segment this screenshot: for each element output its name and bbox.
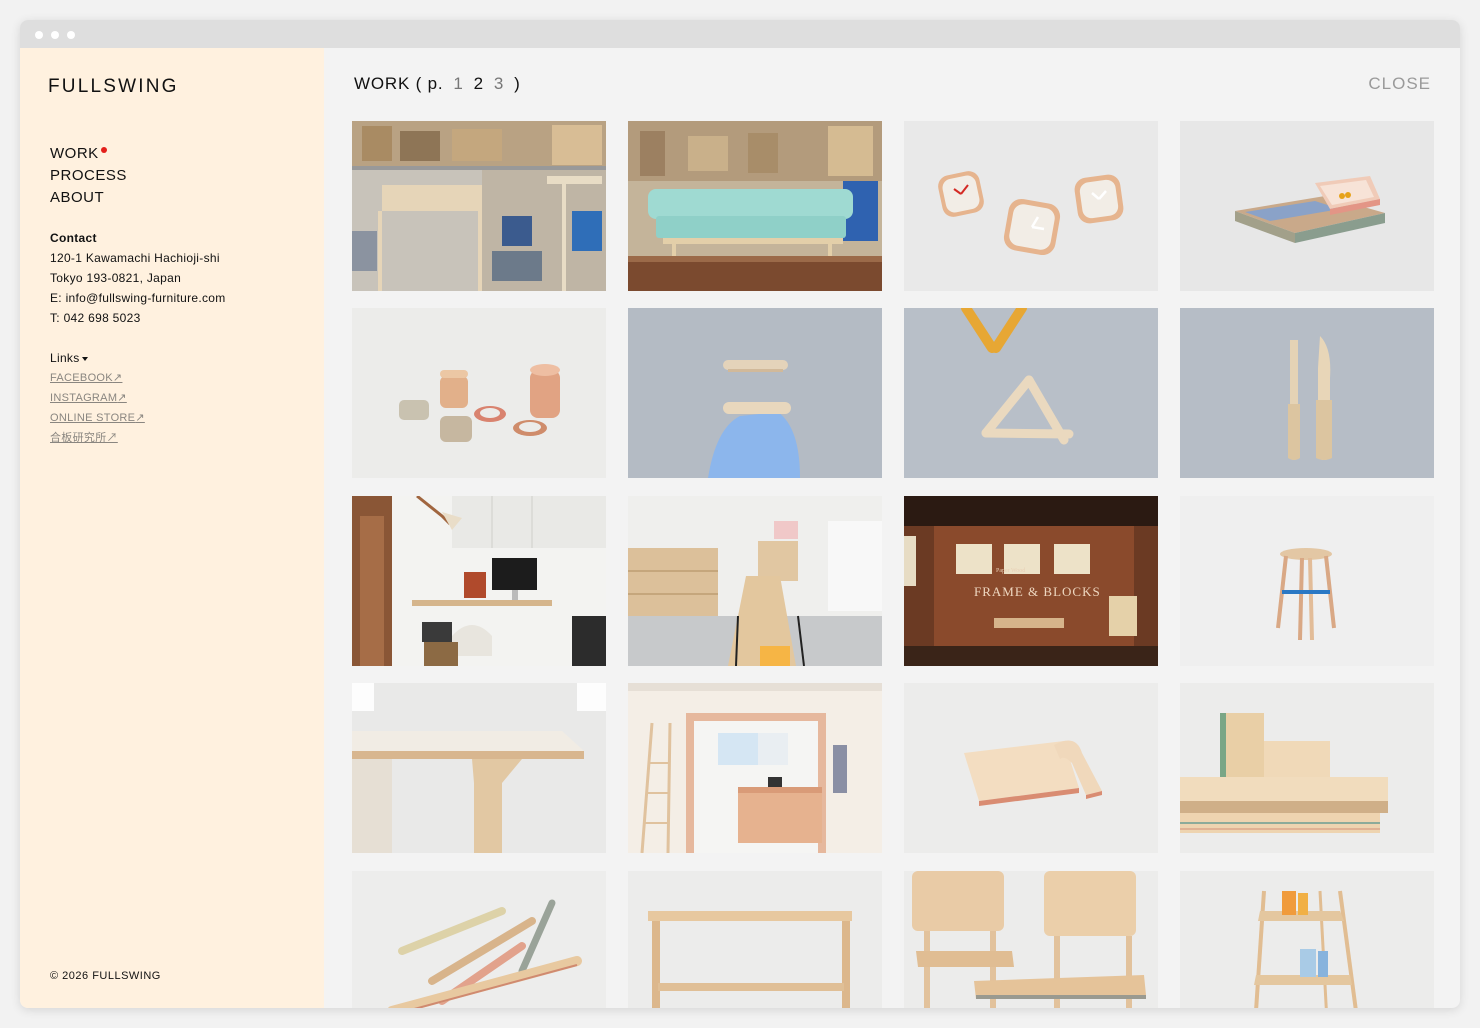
- contact-email: E: info@fullswing-furniture.com: [50, 291, 226, 305]
- sidebar: FULLSWING WORK PROCESS ABOUT Contact 120…: [20, 48, 324, 1008]
- gallery-tile-workshop-shelves[interactable]: [352, 121, 606, 291]
- colored-pencils-image: [352, 871, 606, 1008]
- nav-work-label: WORK: [50, 145, 99, 162]
- external-link-icon: ↗: [117, 392, 127, 404]
- page-title-label: WORK ( p.: [354, 74, 444, 93]
- link-instagram[interactable]: INSTAGRAM↗: [50, 388, 145, 408]
- page-link-1[interactable]: 1: [453, 74, 463, 93]
- link-label: ONLINE STORE: [50, 412, 136, 424]
- external-link-icon: ↗: [135, 412, 145, 424]
- links-heading-label: Links: [50, 351, 80, 365]
- gallery-tile-frame-blocks-shop[interactable]: Paper Wood FRAME & BLOCKS: [904, 496, 1158, 666]
- workshop-shelves-image: [352, 121, 606, 291]
- magazine-rack-image: [1180, 871, 1434, 1008]
- link-label: INSTAGRAM: [50, 392, 118, 404]
- contact-heading: Contact: [50, 231, 97, 245]
- kitchen-room-image: [628, 683, 882, 853]
- clocks-image: [904, 121, 1158, 291]
- caret-down-icon: [81, 356, 88, 361]
- home-office-image: [352, 496, 606, 666]
- contact-address-1: 120-1 Kawamachi Hachioji-shi: [50, 251, 220, 265]
- window-dot-close[interactable]: [35, 31, 43, 39]
- gallery-tile-trays[interactable]: [1180, 121, 1434, 291]
- link-label: 合板研究所: [50, 432, 107, 444]
- window-dot-maximize[interactable]: [67, 31, 75, 39]
- external-link-icon: ↗: [106, 432, 118, 444]
- gallery-tile-stacked-blocks[interactable]: [1180, 683, 1434, 853]
- contact-phone: T: 042 698 5023: [50, 311, 141, 325]
- gallery-tile-triangle-sticks[interactable]: [904, 308, 1158, 478]
- links-block: Links FACEBOOK↗ INSTAGRAM↗ ONLINE STORE↗…: [50, 348, 145, 448]
- table-corner-image: [352, 683, 606, 853]
- nav-item-process[interactable]: PROCESS: [50, 165, 127, 187]
- active-dot-icon: [100, 147, 107, 153]
- link-plywood-lab[interactable]: 合板研究所↗: [50, 428, 145, 448]
- knife-pair-image: [1180, 308, 1434, 478]
- gallery-tile-table-corner[interactable]: [352, 683, 606, 853]
- window-dot-minimize[interactable]: [51, 31, 59, 39]
- gallery-tile-colored-pencils[interactable]: [352, 871, 606, 1008]
- main-content: WORK ( p. 1 2 3) CLOSE Paper Wood FRAME …: [324, 48, 1460, 1008]
- wooden-bench-image: [628, 871, 882, 1008]
- close-button[interactable]: CLOSE: [1368, 74, 1431, 94]
- stacked-blocks-image: [1180, 683, 1434, 853]
- triangle-sticks-image: [904, 308, 1158, 478]
- page-title: WORK ( p. 1 2 3): [354, 74, 521, 94]
- gallery-tile-paper-holder[interactable]: [628, 308, 882, 478]
- gallery-tile-home-office[interactable]: [352, 496, 606, 666]
- gallery-tile-mint-sofa[interactable]: [628, 121, 882, 291]
- frame-blocks-shop-image: Paper Wood FRAME & BLOCKS: [904, 496, 1158, 666]
- link-facebook[interactable]: FACEBOOK↗: [50, 368, 145, 388]
- stool-blue-image: [1180, 496, 1434, 666]
- trays-image: [1180, 121, 1434, 291]
- links-heading[interactable]: Links: [50, 348, 145, 368]
- page-link-2[interactable]: 2: [474, 74, 484, 93]
- library-room-image: [628, 496, 882, 666]
- gallery-tile-knife-pair[interactable]: [1180, 308, 1434, 478]
- gallery-tile-clocks[interactable]: [904, 121, 1158, 291]
- copyright: © 2026 FULLSWING: [50, 970, 161, 982]
- puzzle-board-image: [904, 683, 1158, 853]
- gallery-tile-library-room[interactable]: [628, 496, 882, 666]
- brand-logo[interactable]: FULLSWING: [48, 76, 179, 98]
- plywood-chairs-image: [904, 871, 1158, 1008]
- link-online-store[interactable]: ONLINE STORE↗: [50, 408, 145, 428]
- nav-item-about[interactable]: ABOUT: [50, 187, 127, 209]
- gallery-tile-puzzle-board[interactable]: [904, 683, 1158, 853]
- paper-holder-image: [628, 308, 882, 478]
- browser-window: FULLSWING WORK PROCESS ABOUT Contact 120…: [20, 20, 1460, 1008]
- gallery-tile-plywood-chairs[interactable]: [904, 871, 1158, 1008]
- contact-block: Contact 120-1 Kawamachi Hachioji-shi Tok…: [50, 228, 226, 328]
- contact-address-2: Tokyo 193-0821, Japan: [50, 271, 182, 285]
- gallery-tile-kitchen-room[interactable]: [628, 683, 882, 853]
- mint-sofa-image: [628, 121, 882, 291]
- page-title-close-paren: ): [514, 74, 521, 93]
- nav-item-work[interactable]: WORK: [50, 143, 127, 165]
- shop-sign-text: FRAME & BLOCKS: [974, 584, 1101, 599]
- external-link-icon: ↗: [112, 372, 123, 384]
- main-nav: WORK PROCESS ABOUT: [50, 143, 127, 209]
- stacked-rings-image: [352, 308, 606, 478]
- window-titlebar: [20, 20, 1460, 48]
- shop-sign-small: Paper Wood: [996, 568, 1025, 574]
- gallery-tile-stacked-rings[interactable]: [352, 308, 606, 478]
- gallery-tile-stool-blue[interactable]: [1180, 496, 1434, 666]
- gallery-tile-wooden-bench[interactable]: [628, 871, 882, 1008]
- link-label: FACEBOOK: [50, 372, 113, 384]
- gallery-tile-magazine-rack[interactable]: [1180, 871, 1434, 1008]
- page-link-3[interactable]: 3: [494, 74, 504, 93]
